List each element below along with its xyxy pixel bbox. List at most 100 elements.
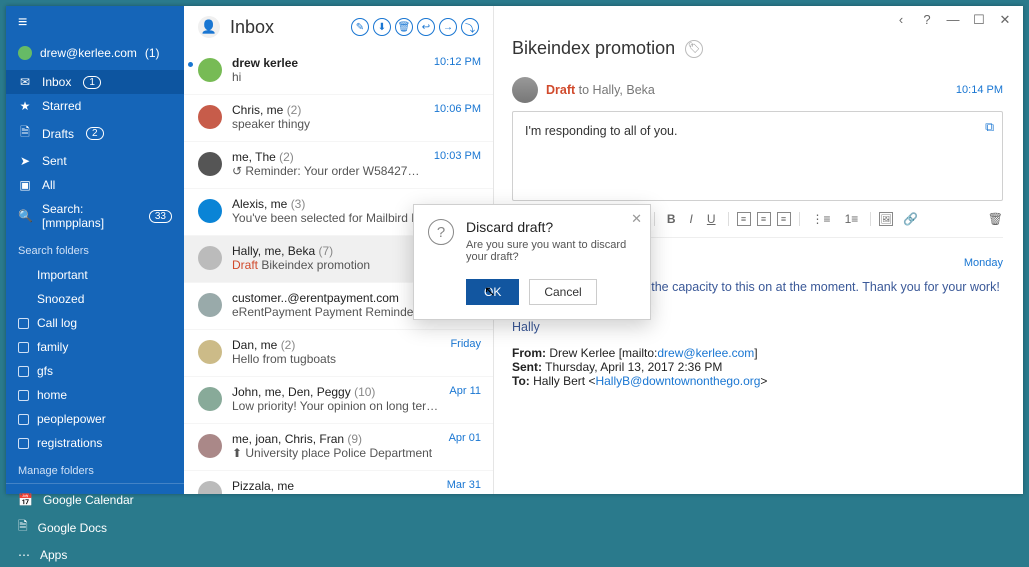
account-avatar-icon xyxy=(18,46,32,60)
to-email-link[interactable]: HallyB@downtownonthego.org xyxy=(595,374,760,388)
message-row[interactable]: John, me, Den, Peggy (10) Low priority! … xyxy=(184,377,493,424)
align-left-button[interactable]: ≡ xyxy=(737,212,751,226)
message-row[interactable]: drew kerlee hi 10:12 PM xyxy=(184,48,493,95)
sidebar-folder-inbox[interactable]: ✉Inbox1 xyxy=(6,70,184,94)
help-button[interactable]: ? xyxy=(919,12,935,28)
folder-title: Inbox xyxy=(230,17,341,38)
message-subject: speaker thingy xyxy=(232,117,424,131)
sidebar-folder-all[interactable]: ▣All xyxy=(6,173,184,197)
message-row[interactable]: Dan, me (2) Hello from tugboats Friday xyxy=(184,330,493,377)
quoted-header: From: Drew Kerlee [mailto:drew@kerlee.co… xyxy=(512,346,1003,388)
tag-icon[interactable]: 🏷 xyxy=(685,40,703,58)
list-toolbar-button[interactable]: ⬇ xyxy=(373,18,391,36)
checkbox-icon xyxy=(18,366,29,377)
account-row[interactable]: drew@kerlee.com (1) xyxy=(6,40,184,70)
minimize-button[interactable]: — xyxy=(945,12,961,28)
dialog-close-icon[interactable]: ✕ xyxy=(631,211,642,227)
ok-button[interactable]: OK xyxy=(466,279,519,305)
folder-badge: 2 xyxy=(86,127,104,140)
list-toolbar-button[interactable]: 🗑 xyxy=(395,18,413,36)
sidebar-subfolder[interactable]: Call log xyxy=(6,311,184,335)
align-center-button[interactable]: ≡ xyxy=(757,212,771,226)
list-toolbar-button[interactable]: ✎ xyxy=(351,18,369,36)
list-toolbar-button[interactable]: ↩ xyxy=(417,18,435,36)
search-folders-label: Search folders xyxy=(6,235,184,263)
message-row[interactable]: me, The (2) ↺ Reminder: Your order W5842… xyxy=(184,142,493,189)
message-subject: Low priority! Your opinion on long term … xyxy=(232,399,439,413)
sidebar-subfolder[interactable]: home xyxy=(6,383,184,407)
draft-label: Draft xyxy=(546,83,575,97)
image-button[interactable]: 🖼 xyxy=(879,212,893,226)
dialog-title: Discard draft? xyxy=(466,219,636,235)
app-icon: 🗎 xyxy=(18,517,28,538)
discard-draft-button[interactable]: 🗑 xyxy=(988,212,1003,226)
app-icon: 📅 xyxy=(18,493,33,507)
list-toolbar-button[interactable]: → xyxy=(439,18,457,36)
message-date: 10:12 PM xyxy=(434,56,481,84)
checkbox-icon xyxy=(18,318,29,329)
dialog-message: Are you sure you want to discard your dr… xyxy=(466,239,636,263)
sidebar-app[interactable]: 🗎Google Docs xyxy=(6,512,184,543)
message-row[interactable]: Chris, me (2) speaker thingy 10:06 PM xyxy=(184,95,493,142)
sender-avatar-icon xyxy=(198,481,222,494)
message-from: Pizzala, me xyxy=(232,479,437,493)
cancel-button[interactable]: Cancel xyxy=(529,279,596,305)
popout-icon[interactable]: ⧉ xyxy=(985,120,994,135)
message-from: me, joan, Chris, Fran (9) xyxy=(232,432,439,446)
bold-button[interactable]: B xyxy=(663,210,680,228)
italic-button[interactable]: I xyxy=(686,210,697,228)
account-badge: (1) xyxy=(145,46,160,60)
draft-editor[interactable]: I'm responding to all of you. ⧉ xyxy=(512,111,1003,201)
sidebar-folder-starred[interactable]: ★Starred xyxy=(6,94,184,118)
link-button[interactable]: 🔗 xyxy=(899,210,922,228)
manage-folders[interactable]: Manage folders xyxy=(6,455,184,483)
discard-dialog: ✕ ? Discard draft? Are you sure you want… xyxy=(413,204,651,320)
draft-recipients: to Hally, Beka xyxy=(579,83,655,97)
underline-button[interactable]: U xyxy=(703,210,720,228)
hamburger-menu[interactable]: ≡ xyxy=(6,6,184,40)
sidebar-app[interactable]: ⋯Apps xyxy=(6,543,184,567)
folder-icon: 🗎 xyxy=(18,123,32,144)
draft-time: 10:14 PM xyxy=(956,84,1003,96)
bullet-list-button[interactable]: ⋮≡ xyxy=(808,210,835,228)
sender-avatar-icon xyxy=(198,58,222,82)
checkbox-icon xyxy=(18,438,29,449)
align-right-button[interactable]: ≡ xyxy=(777,212,791,226)
sidebar-subfolder[interactable]: family xyxy=(6,335,184,359)
sidebar-subfolder[interactable]: Important xyxy=(6,263,184,287)
sidebar-app[interactable]: 📅Google Calendar xyxy=(6,488,184,512)
question-icon: ? xyxy=(428,219,454,245)
sidebar-folder-drafts[interactable]: 🗎Drafts2 xyxy=(6,118,184,149)
message-subject: ↺ Reminder: Your order W584273887 is r… xyxy=(232,164,424,178)
message-date: Apr 11 xyxy=(449,385,481,413)
sidebar-folder-sent[interactable]: ➤Sent xyxy=(6,149,184,173)
sidebar-subfolder[interactable]: Snoozed xyxy=(6,287,184,311)
sidebar-subfolder[interactable]: peoplepower xyxy=(6,407,184,431)
from-email-link[interactable]: drew@kerlee.com xyxy=(657,346,754,360)
message-subject: Bikeindex promotion 🏷 xyxy=(512,38,1003,59)
app-icon: ⋯ xyxy=(18,548,30,562)
message-row[interactable]: Pizzala, me Mar 31 xyxy=(184,471,493,494)
number-list-button[interactable]: 1≡ xyxy=(841,210,863,228)
sidebar-subfolder[interactable]: registrations xyxy=(6,431,184,455)
close-button[interactable]: ✕ xyxy=(997,12,1013,28)
sidebar-folder-search-mmpplans-[interactable]: 🔍Search: [mmpplans]33 xyxy=(6,197,184,235)
sender-avatar-icon xyxy=(198,387,222,411)
message-subject: Hello from tugboats xyxy=(232,352,440,366)
message-from: me, The (2) xyxy=(232,150,424,164)
checkbox-icon xyxy=(18,414,29,425)
list-toolbar-button[interactable]: ⤵ xyxy=(461,18,479,36)
message-subject: eRentPayment Payment Reminder xyxy=(232,305,427,319)
checkbox-icon xyxy=(18,342,29,353)
message-from: drew kerlee xyxy=(232,56,424,70)
folder-icon: ✉ xyxy=(18,75,32,89)
maximize-button[interactable]: ☐ xyxy=(971,12,987,28)
message-from: John, me, Den, Peggy (10) xyxy=(232,385,439,399)
sender-avatar-icon xyxy=(198,293,222,317)
message-date: Mar 31 xyxy=(447,479,481,494)
back-button[interactable]: ‹ xyxy=(893,12,909,28)
message-row[interactable]: me, joan, Chris, Fran (9) ⬆ University p… xyxy=(184,424,493,471)
sidebar-subfolder[interactable]: gfs xyxy=(6,359,184,383)
message-from: customer..@erentpayment.com xyxy=(232,291,427,305)
message-subject: hi xyxy=(232,70,424,84)
